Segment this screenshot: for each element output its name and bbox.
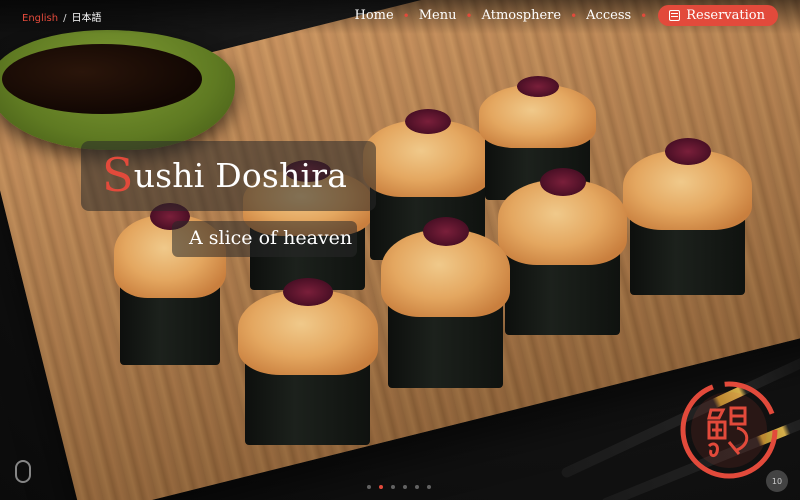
slider-pagination: [367, 485, 431, 489]
language-switcher: English / 日本語: [22, 9, 101, 24]
hero-title: Sushi Doshira: [102, 148, 347, 202]
slider-dot[interactable]: [427, 485, 431, 489]
soy-sauce-bowl: [0, 30, 235, 150]
hero-subtitle: A slice of heaven: [189, 227, 353, 249]
hero-title-rest: ushi Doshira: [133, 156, 348, 195]
reservation-label: Reservation: [686, 8, 765, 23]
back-to-top-button[interactable]: 10: [766, 470, 788, 492]
sushi-piece: [623, 138, 752, 295]
reservation-button[interactable]: Reservation: [658, 5, 778, 26]
nav-home-link[interactable]: Home: [354, 8, 393, 23]
nav-separator-dot: •: [465, 8, 473, 23]
mouse-scroll-icon[interactable]: [15, 460, 31, 483]
slider-dot[interactable]: [403, 485, 407, 489]
nav-separator-dot: •: [640, 8, 648, 23]
sushi-piece: [381, 217, 510, 388]
nav-atmosphere-link[interactable]: Atmosphere: [482, 8, 562, 23]
slider-dot[interactable]: [415, 485, 419, 489]
lang-separator: /: [63, 13, 67, 24]
nav-menu-link[interactable]: Menu: [419, 8, 457, 23]
nav-separator-dot: •: [402, 8, 410, 23]
soy-sauce: [2, 44, 202, 114]
slider-dot[interactable]: [367, 485, 371, 489]
main-menu: Home • Menu • Atmosphere • Access • Rese…: [354, 5, 778, 26]
slider-dot[interactable]: [391, 485, 395, 489]
nav-separator-dot: •: [570, 8, 578, 23]
hero-title-initial: S: [102, 148, 134, 202]
lang-english-link[interactable]: English: [22, 13, 58, 24]
nav-access-link[interactable]: Access: [586, 8, 631, 23]
calendar-icon: [669, 10, 681, 21]
doshira-seal-logo[interactable]: [679, 380, 779, 480]
slider-dot-active[interactable]: [379, 485, 383, 489]
lang-japanese-link[interactable]: 日本語: [71, 13, 101, 24]
sushi-piece: [237, 277, 378, 445]
sushi-piece: [498, 167, 627, 335]
top-navigation: English / 日本語 Home • Menu • Atmosphere • A…: [0, 0, 800, 34]
